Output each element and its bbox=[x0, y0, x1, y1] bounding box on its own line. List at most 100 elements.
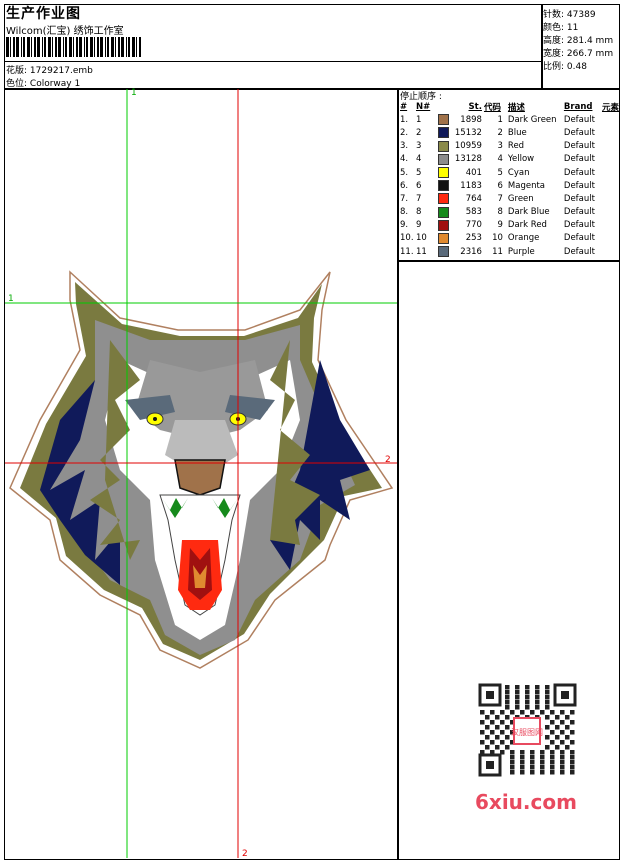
barcode-icon bbox=[6, 37, 141, 57]
row-index: 3. bbox=[400, 141, 409, 152]
row-element bbox=[601, 166, 620, 179]
row-stitches: 10959 bbox=[454, 141, 482, 152]
row-color bbox=[437, 179, 453, 192]
row-index: 7. bbox=[400, 193, 409, 204]
row-needle: 4 bbox=[415, 154, 422, 165]
page-title: 生产作业图 bbox=[6, 6, 81, 22]
row-element bbox=[601, 192, 620, 205]
row-brand: Default bbox=[563, 193, 595, 204]
row-stitches: 15132 bbox=[454, 127, 482, 138]
row-needle: 5 bbox=[415, 167, 422, 178]
row-index: 10. bbox=[400, 233, 414, 244]
row-color bbox=[437, 166, 453, 179]
guide-label-v2: 2 bbox=[242, 849, 248, 859]
row-color bbox=[437, 206, 453, 219]
qr-code-icon: 汉服图网 bbox=[470, 680, 585, 780]
row-element bbox=[601, 179, 620, 192]
row-color bbox=[437, 245, 453, 258]
row-description: Purple bbox=[507, 246, 535, 257]
table-row: 11. 11 2316 11 Purple Default bbox=[399, 245, 620, 258]
row-color bbox=[437, 192, 453, 205]
row-code: 6 bbox=[497, 180, 503, 191]
row-index: 6. bbox=[400, 180, 409, 191]
table-row: 10. 10 253 10 Orange Default bbox=[399, 232, 620, 245]
guide-label-v1: 1 bbox=[131, 88, 137, 98]
color-swatch bbox=[437, 114, 449, 126]
row-description: Dark Green bbox=[507, 114, 557, 125]
row-needle: 9 bbox=[415, 220, 422, 231]
row-index: 1. bbox=[400, 114, 409, 125]
row-code: 10 bbox=[492, 233, 503, 244]
row-brand: Default bbox=[563, 154, 595, 165]
row-needle: 1 bbox=[415, 114, 422, 125]
row-element bbox=[601, 126, 620, 139]
table-row: 4. 4 13128 4 Yellow Default bbox=[399, 153, 620, 166]
row-stitches: 401 bbox=[465, 167, 482, 178]
col-description: 描述 bbox=[507, 102, 525, 113]
row-brand: Default bbox=[563, 127, 595, 138]
row-description: Green bbox=[507, 193, 534, 204]
colorway-value: Colorway 1 bbox=[29, 79, 81, 89]
color-swatch bbox=[437, 180, 449, 192]
color-swatch bbox=[437, 193, 449, 205]
design-file-value: 1729217.emb bbox=[29, 66, 93, 76]
row-stitches: 13128 bbox=[454, 154, 482, 165]
row-color bbox=[437, 126, 453, 139]
row-stitches: 1183 bbox=[460, 180, 482, 191]
watermark-logo: 6xiu.com bbox=[475, 790, 577, 814]
stitches-value: 47389 bbox=[566, 10, 596, 20]
row-stitches: 2316 bbox=[460, 246, 482, 257]
row-code: 3 bbox=[497, 141, 503, 152]
colors-row: 颜色: 11 bbox=[543, 20, 578, 33]
row-code: 8 bbox=[497, 207, 503, 218]
row-brand: Default bbox=[563, 220, 595, 231]
row-needle: 11 bbox=[415, 246, 427, 257]
color-swatch bbox=[437, 219, 449, 231]
colors-label: 颜色: bbox=[543, 23, 565, 33]
guide-label-h2: 2 bbox=[385, 455, 391, 465]
col-index: # bbox=[400, 101, 408, 112]
stitches-row: 针数: 47389 bbox=[543, 7, 596, 20]
row-code: 4 bbox=[497, 154, 503, 165]
col-element: 元素 bbox=[601, 102, 619, 113]
row-stitches: 253 bbox=[465, 233, 482, 244]
row-description: Red bbox=[507, 141, 525, 152]
colors-value: 11 bbox=[566, 23, 579, 33]
pupil-left bbox=[153, 417, 157, 421]
row-needle: 6 bbox=[415, 180, 422, 191]
color-sequence-table: # N# St. 代码 描述 Brand 元素 1. 1 1898 1 Dark Gre… bbox=[399, 100, 620, 258]
row-code: 9 bbox=[497, 220, 503, 231]
row-stitches: 583 bbox=[465, 207, 482, 218]
row-brand: Default bbox=[563, 180, 595, 191]
row-element bbox=[601, 232, 620, 245]
colorway-label: 色位: bbox=[6, 79, 28, 89]
row-code: 2 bbox=[497, 127, 503, 138]
table-row: 9. 9 770 9 Dark Red Default bbox=[399, 219, 620, 232]
row-element bbox=[601, 113, 620, 126]
row-description: Orange bbox=[507, 233, 540, 244]
design-canvas bbox=[5, 89, 397, 858]
row-color bbox=[437, 140, 453, 153]
row-stitches: 1898 bbox=[460, 114, 482, 125]
row-index: 8. bbox=[400, 207, 409, 218]
row-code: 7 bbox=[497, 193, 503, 204]
stitches-label: 针数: bbox=[543, 10, 565, 20]
height-value: 281.4 mm bbox=[566, 36, 614, 46]
row-code: 5 bbox=[497, 167, 503, 178]
row-description: Magenta bbox=[507, 180, 546, 191]
row-brand: Default bbox=[563, 246, 595, 257]
row-element bbox=[601, 219, 620, 232]
row-code: 11 bbox=[492, 246, 503, 257]
col-color bbox=[437, 100, 453, 113]
colorway-row: 色位: Colorway 1 bbox=[6, 76, 80, 89]
row-element bbox=[601, 206, 620, 219]
col-code: 代码 bbox=[483, 102, 501, 113]
row-needle: 3 bbox=[415, 141, 422, 152]
row-brand: Default bbox=[563, 141, 595, 152]
scale-label: 比例: bbox=[543, 62, 565, 72]
row-description: Blue bbox=[507, 127, 527, 138]
color-swatch bbox=[437, 206, 449, 218]
color-swatch bbox=[437, 246, 449, 258]
table-row: 3. 3 10959 3 Red Default bbox=[399, 140, 620, 153]
scale-row: 比例: 0.48 bbox=[543, 59, 587, 72]
